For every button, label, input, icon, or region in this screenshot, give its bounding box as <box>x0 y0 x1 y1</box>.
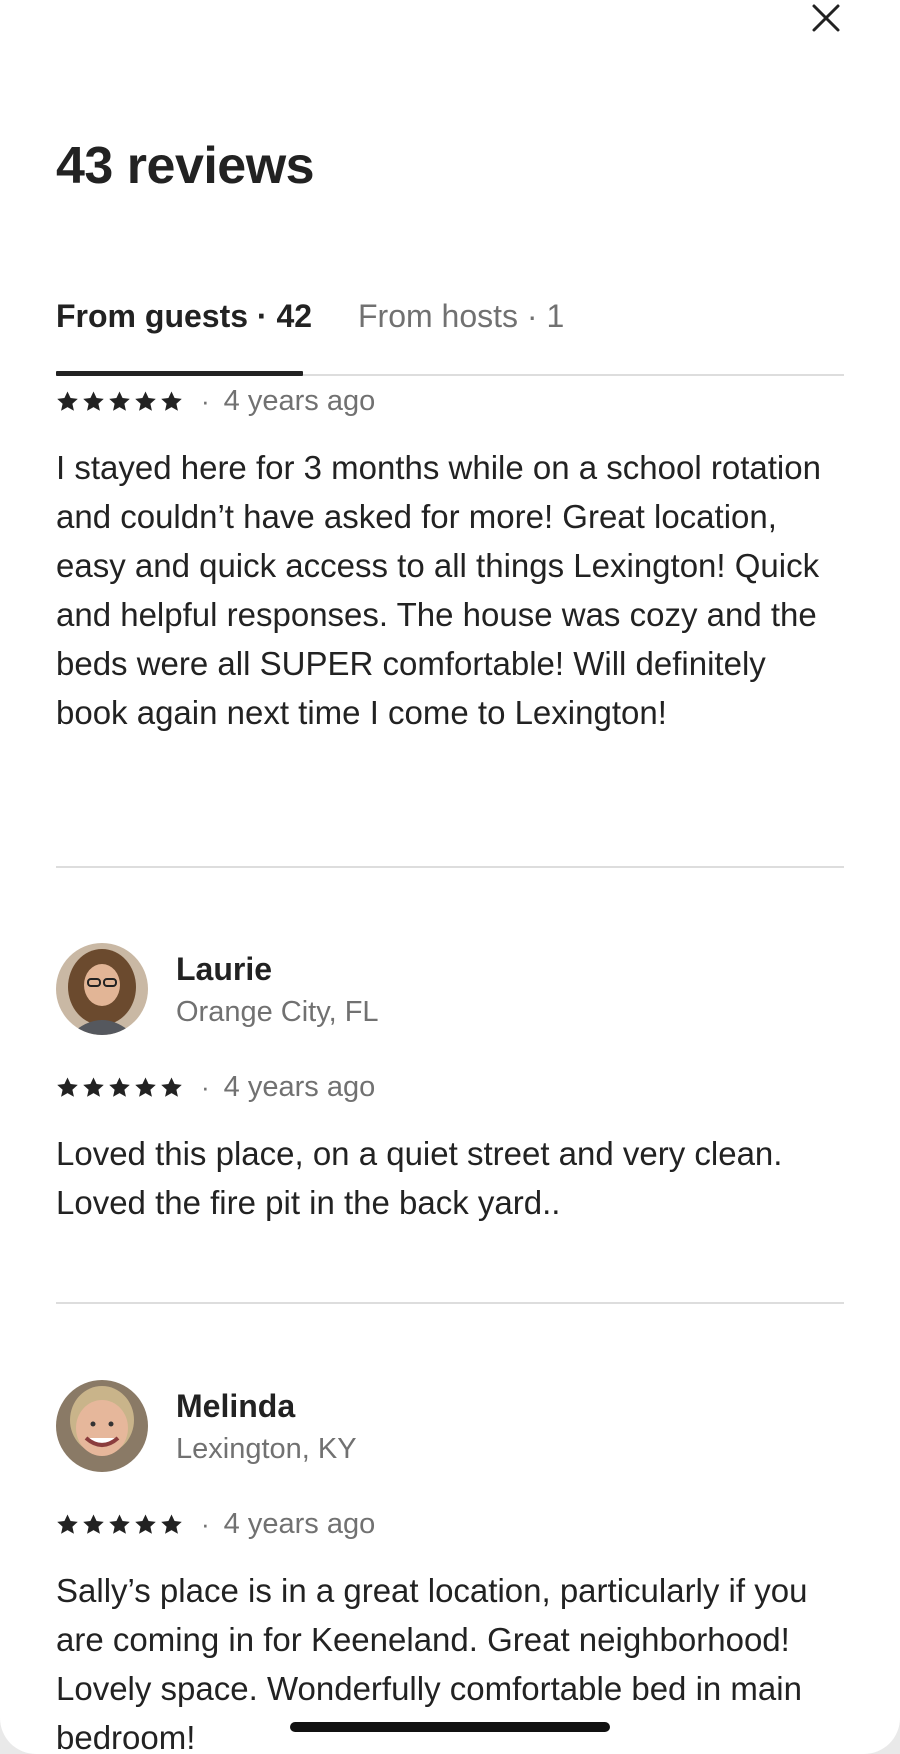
reviews-modal: 43 reviews From guests · 42 From hosts ·… <box>0 0 900 1754</box>
review-date: 4 years ago <box>223 1507 376 1540</box>
review-date: 4 years ago <box>223 1070 376 1103</box>
review-divider <box>56 1302 844 1304</box>
star-icon <box>57 390 78 411</box>
reviewer-info: Laurie Orange City, FL <box>56 943 844 1037</box>
review-text: I stayed here for 3 months while on a sc… <box>56 449 821 731</box>
reviewer-location: Orange City, FL <box>176 996 379 1028</box>
star-icon <box>57 1076 78 1097</box>
star-icon <box>83 390 104 411</box>
home-indicator <box>290 1722 610 1732</box>
star-icon <box>135 1076 156 1097</box>
review-item: Laurie Orange City, FL · 4 years ago Lov… <box>56 943 844 1227</box>
close-icon <box>812 4 840 32</box>
reviewer-info: Melinda Lexington, KY <box>56 1380 844 1474</box>
star-icon <box>57 1513 78 1534</box>
avatar-image <box>56 1380 148 1472</box>
star-icon <box>83 1513 104 1534</box>
star-icon <box>161 1076 182 1097</box>
star-icon <box>161 1513 182 1534</box>
avatar[interactable] <box>56 943 148 1035</box>
meta-separator: · <box>201 1071 210 1102</box>
avatar[interactable] <box>56 1380 148 1472</box>
reviewer-name: Melinda <box>176 1388 296 1424</box>
star-icon <box>109 390 130 411</box>
star-rating <box>56 1513 183 1536</box>
review-text: Loved this place, on a quiet street and … <box>56 1135 783 1221</box>
reviewer-name: Laurie <box>176 951 273 987</box>
star-icon <box>83 1076 104 1097</box>
review-item: Melinda Lexington, KY · 4 years ago Sall… <box>56 1380 844 1754</box>
review-item: · 4 years ago I stayed here for 3 months… <box>56 381 844 737</box>
review-divider <box>56 866 844 868</box>
close-button[interactable] <box>800 0 852 36</box>
star-icon <box>109 1513 130 1534</box>
review-date: 4 years ago <box>223 384 376 417</box>
tab-from-hosts[interactable]: From hosts · 1 <box>358 290 564 374</box>
star-rating <box>56 390 183 413</box>
star-icon <box>109 1076 130 1097</box>
meta-separator: · <box>201 1508 210 1539</box>
star-icon <box>135 390 156 411</box>
review-meta: · 4 years ago <box>56 1067 844 1107</box>
page-title: 43 reviews <box>56 137 315 195</box>
avatar-image <box>56 943 148 1035</box>
meta-separator: · <box>201 385 210 416</box>
reviewer-location: Lexington, KY <box>176 1433 357 1465</box>
review-meta: · 4 years ago <box>56 1504 844 1544</box>
star-rating <box>56 1076 183 1099</box>
star-icon <box>135 1513 156 1534</box>
tab-from-guests[interactable]: From guests · 42 <box>56 290 312 376</box>
star-icon <box>161 390 182 411</box>
review-meta: · 4 years ago <box>56 381 844 421</box>
review-tabs: From guests · 42 From hosts · 1 <box>56 290 844 376</box>
